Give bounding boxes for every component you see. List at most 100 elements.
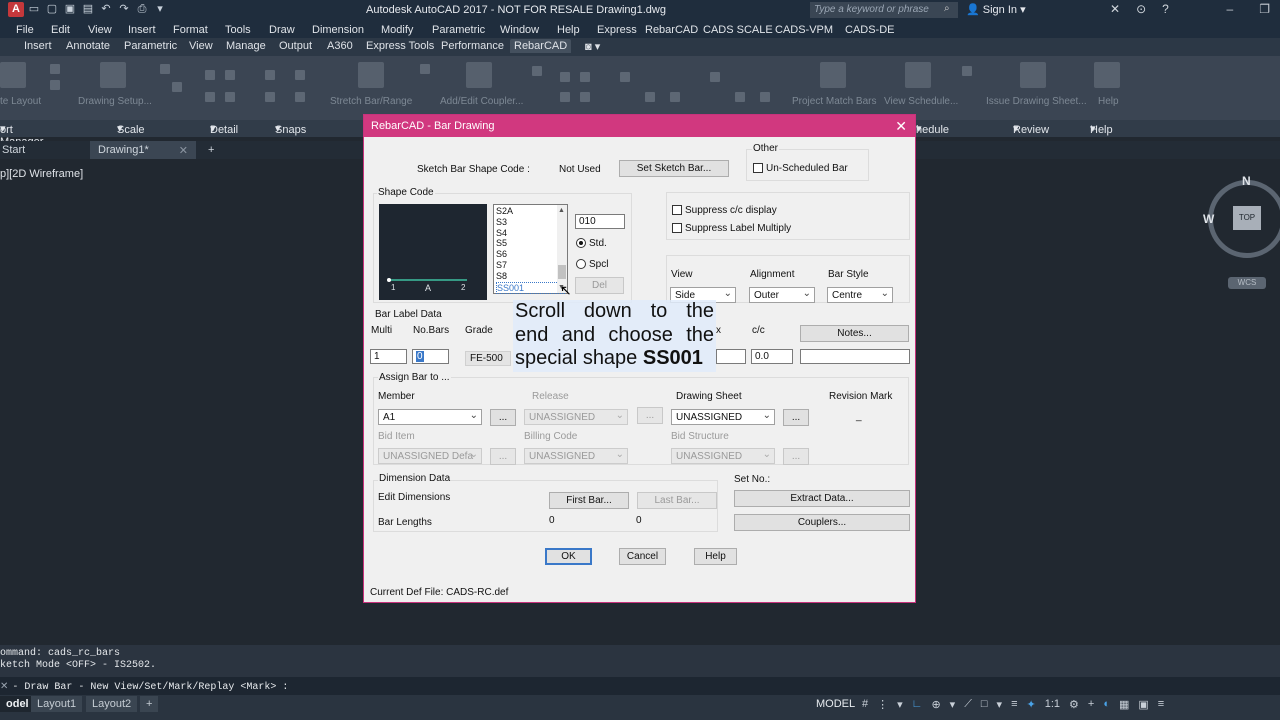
tab-performance[interactable]: Performance	[441, 40, 504, 52]
list-item[interactable]: S3	[496, 217, 565, 228]
tab-a360[interactable]: A360	[327, 40, 353, 52]
tab-start[interactable]: Start	[0, 141, 33, 159]
help-button[interactable]: Help	[694, 548, 737, 565]
new-tab-icon[interactable]: +	[200, 141, 222, 159]
small-tool-icon[interactable]	[205, 70, 215, 80]
workspace-gear-icon[interactable]: ⚙	[1069, 698, 1079, 711]
stretch-bar-icon[interactable]	[358, 62, 384, 88]
search-icon[interactable]: ⌕	[944, 3, 950, 14]
small-tool-icon[interactable]	[962, 66, 972, 76]
small-tool-icon[interactable]	[50, 64, 60, 74]
project-match-icon[interactable]	[820, 62, 846, 88]
small-tool-icon[interactable]	[560, 92, 570, 102]
tab-view[interactable]: View	[189, 40, 213, 52]
small-tool-icon[interactable]	[580, 92, 590, 102]
polar-icon[interactable]: ⊕	[931, 698, 940, 711]
new-file-icon[interactable]: ▭	[26, 2, 42, 17]
small-tool-icon[interactable]	[295, 92, 305, 102]
small-tool-icon[interactable]	[532, 66, 542, 76]
extract-data-button[interactable]: Extract Data...	[734, 490, 910, 507]
customize-icon[interactable]: ≡	[1158, 698, 1164, 711]
bid-item-select[interactable]: UNASSIGNED Defa ⌄	[378, 448, 482, 464]
save-as-icon[interactable]: ▤	[80, 2, 96, 17]
list-scrollbar[interactable]: ▲ ▼	[557, 205, 567, 293]
small-tool-icon[interactable]	[265, 92, 275, 102]
hardware-icon[interactable]: ▦	[1119, 698, 1129, 711]
menu-rebarcad[interactable]: RebarCAD	[645, 22, 698, 38]
menu-draw[interactable]: Draw	[269, 22, 295, 38]
small-tool-icon[interactable]	[225, 70, 235, 80]
view-schedule-icon[interactable]	[905, 62, 931, 88]
tab-express-tools[interactable]: Express Tools	[366, 40, 434, 52]
clean-screen-icon[interactable]: ▣	[1138, 698, 1148, 711]
scroll-thumb[interactable]	[558, 265, 566, 279]
menu-dimension[interactable]: Dimension	[312, 22, 364, 38]
menu-insert[interactable]: Insert	[128, 22, 156, 38]
small-tool-icon[interactable]	[760, 92, 770, 102]
save-icon[interactable]: ▣	[62, 2, 78, 17]
scroll-up-icon[interactable]: ▲	[558, 206, 565, 217]
cc-field[interactable]: 0.0	[751, 349, 793, 364]
unscheduled-bar-checkbox[interactable]	[753, 163, 763, 173]
ribbon-options-icon[interactable]: ◙ ▾	[585, 40, 600, 53]
isodraft-icon[interactable]: ⟋	[964, 698, 972, 711]
tab-layout1[interactable]: Layout1	[31, 696, 83, 712]
tab-manage[interactable]: Manage	[226, 40, 266, 52]
bid-item-browse-button[interactable]: ...	[490, 448, 516, 465]
small-tool-icon[interactable]	[580, 72, 590, 82]
del-button[interactable]: Del	[575, 277, 624, 294]
small-tool-icon[interactable]	[172, 82, 182, 92]
small-tool-icon[interactable]	[225, 92, 235, 102]
redo-icon[interactable]: ↷	[116, 2, 132, 17]
sign-in-button[interactable]: 👤 Sign In ▾	[966, 3, 1026, 16]
suppress-label-checkbox[interactable]	[672, 223, 682, 233]
list-item[interactable]: S2A	[496, 206, 565, 217]
first-bar-button[interactable]: First Bar...	[549, 492, 629, 509]
open-file-icon[interactable]: ▢	[44, 2, 60, 17]
restore-icon[interactable]: ❐	[1259, 2, 1270, 16]
viewcube-north[interactable]: N	[1242, 174, 1251, 188]
no-bars-field[interactable]: 0	[412, 349, 449, 364]
menu-window[interactable]: Window	[500, 22, 539, 38]
suppress-cc-checkbox[interactable]	[672, 205, 682, 215]
panel-help[interactable]: Help ▾	[1090, 122, 1113, 136]
small-tool-icon[interactable]	[420, 64, 430, 74]
menu-cads-scale[interactable]: CADS SCALE	[703, 22, 773, 38]
menu-view[interactable]: View	[88, 22, 112, 38]
command-line[interactable]: ✕ - Draw Bar - New View/Set/Mark/Replay <…	[0, 677, 1280, 695]
lineweight-icon[interactable]: ≡	[1011, 698, 1017, 711]
add-layout-icon[interactable]: +	[140, 696, 159, 712]
menu-express[interactable]: Express	[597, 22, 637, 38]
last-bar-button[interactable]: Last Bar...	[637, 492, 717, 509]
small-tool-icon[interactable]	[50, 80, 60, 90]
dropdown-icon[interactable]: ▾	[950, 698, 956, 711]
shape-code-field[interactable]: 010	[575, 214, 625, 229]
small-tool-icon[interactable]	[620, 72, 630, 82]
small-tool-icon[interactable]	[645, 92, 655, 102]
tab-insert[interactable]: Insert	[24, 40, 52, 52]
x-field[interactable]	[716, 349, 746, 364]
issue-sheet-icon[interactable]	[1020, 62, 1046, 88]
menu-cads-de[interactable]: CADS-DE	[845, 22, 895, 38]
shape-code-list[interactable]: S2A S3 S4 S5 S6 S7 S8 SS001 ▲ ▼	[493, 204, 568, 295]
close-tab-icon[interactable]: ✕	[179, 144, 188, 157]
list-item[interactable]: S4	[496, 228, 565, 239]
exchange-icon[interactable]: ✕	[1110, 2, 1120, 16]
small-tool-icon[interactable]	[710, 72, 720, 82]
menu-modify[interactable]: Modify	[381, 22, 413, 38]
small-tool-icon[interactable]	[295, 70, 305, 80]
menu-file[interactable]: File	[16, 22, 34, 38]
viewcube-top[interactable]: TOP	[1233, 206, 1261, 230]
panel-detail[interactable]: Detail ▾	[210, 122, 238, 136]
search-input[interactable]: Type a keyword or phrase	[810, 2, 958, 18]
autocad-logo-icon[interactable]: A	[8, 2, 24, 17]
close-icon[interactable]: ✕	[895, 118, 907, 135]
panel-snaps[interactable]: Snaps ▾	[275, 122, 306, 136]
panel-review[interactable]: Review ▾	[1013, 122, 1049, 136]
wcs-menu[interactable]: WCS	[1228, 277, 1266, 289]
layout-icon[interactable]	[0, 62, 26, 88]
viewcube-west[interactable]: W	[1203, 212, 1214, 226]
bid-structure-select[interactable]: UNASSIGNED ⌄	[671, 448, 775, 464]
plot-icon[interactable]: ⎙	[134, 2, 150, 17]
menu-cads-vpm[interactable]: CADS-VPM	[775, 22, 833, 38]
